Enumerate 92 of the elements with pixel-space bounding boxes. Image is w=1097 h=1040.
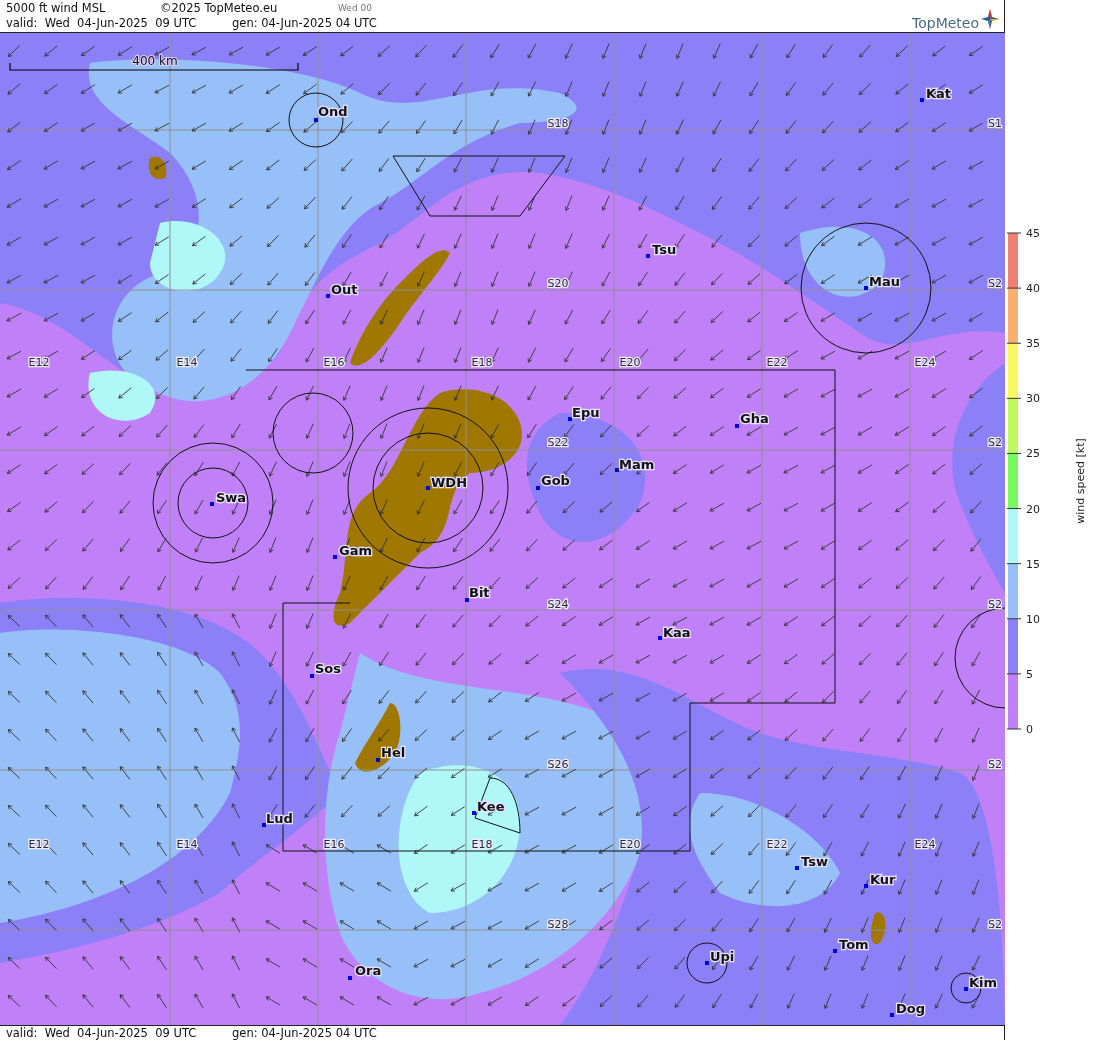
longitude-label: E18 <box>471 838 493 851</box>
longitude-label: E12 <box>28 356 50 369</box>
latitude-label: S2 <box>988 598 1002 611</box>
location-marker-icon <box>705 961 709 965</box>
legend-tick-label: 0 <box>1026 723 1033 736</box>
location-marker-icon <box>890 1013 894 1017</box>
place-label: Kat <box>926 86 952 101</box>
longitude-label: E14 <box>176 356 198 369</box>
place-label: Out <box>331 282 358 297</box>
longitude-label: E18 <box>471 356 493 369</box>
place-label: Dog <box>896 1001 926 1016</box>
place-label: Tsu <box>652 242 677 257</box>
location-marker-icon <box>376 758 380 762</box>
longitude-label: E24 <box>914 838 936 851</box>
legend-tick-label: 5 <box>1026 667 1033 681</box>
legend-tick-label: 45 <box>1026 227 1040 240</box>
location-marker-icon <box>568 417 572 421</box>
location-marker-icon <box>210 502 214 506</box>
scale-label: 400 km <box>132 54 178 68</box>
place-label: Ond <box>318 104 348 119</box>
location-marker-icon <box>333 555 337 559</box>
place-label: Swa <box>216 490 247 505</box>
location-marker-icon <box>795 866 799 870</box>
place-label: Gob <box>541 473 570 488</box>
legend-tick-label: 25 <box>1026 447 1040 461</box>
latitude-label: S20 <box>547 277 569 290</box>
longitude-label: E16 <box>323 356 345 369</box>
latitude-label: S24 <box>547 598 569 611</box>
place-label: Epu <box>572 405 600 420</box>
longitude-label: E22 <box>766 838 788 851</box>
latitude-label: S26 <box>547 758 569 771</box>
latitude-label: S2 <box>988 436 1002 449</box>
place-label: Mam <box>619 457 655 472</box>
legend-tick-label: 20 <box>1026 502 1040 516</box>
place-label: Tsw <box>801 854 828 869</box>
location-marker-icon <box>833 949 837 953</box>
copyright-text: ©2025 TopMeteo.eu <box>160 1 279 16</box>
place-label: Sos <box>315 661 342 676</box>
place-label: Upi <box>710 949 735 964</box>
legend-axis-label: wind speed [kt] <box>1074 438 1087 524</box>
brand-logo-text: TopMeteo <box>912 15 979 31</box>
latitude-label: S1 <box>988 117 1002 130</box>
location-marker-icon <box>646 254 650 258</box>
latitude-label: S28 <box>547 918 569 931</box>
latitude-label: S2 <box>988 918 1002 931</box>
latitude-label: S2 <box>988 758 1002 771</box>
location-marker-icon <box>964 987 968 991</box>
legend-tick-label: 10 <box>1026 612 1040 626</box>
generated-time-text: gen: 04-Jun-2025 04 UTC <box>232 16 377 31</box>
legend-tick-label: 40 <box>1026 282 1040 296</box>
model-run-label: Wed 00 <box>338 2 372 15</box>
legend-tick-label: 35 <box>1026 337 1040 351</box>
place-label: Bit <box>469 585 490 600</box>
place-label: Gha <box>740 411 769 426</box>
legend-tick-label: 30 <box>1026 392 1040 406</box>
generated-time-text: gen: 04-Jun-2025 04 UTC <box>232 1026 377 1040</box>
location-marker-icon <box>348 976 352 980</box>
place-label: Lud <box>266 811 293 826</box>
latitude-label: S2 <box>988 277 1002 290</box>
location-marker-icon <box>314 118 318 122</box>
longitude-label: E14 <box>176 838 198 851</box>
location-marker-icon <box>310 674 314 678</box>
longitude-label: E22 <box>766 356 788 369</box>
latitude-label: S18 <box>547 117 569 130</box>
location-marker-icon <box>920 98 924 102</box>
longitude-label: E20 <box>619 356 641 369</box>
location-marker-icon <box>536 486 540 490</box>
longitude-label: E20 <box>619 838 641 851</box>
location-marker-icon <box>326 294 330 298</box>
place-label: Mau <box>869 274 900 289</box>
location-marker-icon <box>864 286 868 290</box>
location-marker-icon <box>426 486 430 490</box>
location-marker-icon <box>262 823 266 827</box>
place-label: Kaa <box>663 625 691 640</box>
longitude-label: E24 <box>914 356 936 369</box>
valid-time-text: valid: Wed 04-Jun-2025 09 UTC <box>6 16 198 31</box>
location-marker-icon <box>472 811 476 815</box>
location-marker-icon <box>615 468 619 472</box>
valid-time-text: valid: Wed 04-Jun-2025 09 UTC <box>6 1026 198 1040</box>
longitude-label: E12 <box>28 838 50 851</box>
location-marker-icon <box>735 424 739 428</box>
latitude-label: S22 <box>547 436 569 449</box>
longitude-label: E16 <box>323 838 345 851</box>
location-marker-icon <box>465 598 469 602</box>
map-title: 5000 ft wind MSL <box>6 1 107 16</box>
place-label: Ora <box>355 963 382 978</box>
location-marker-icon <box>658 636 662 640</box>
place-label: Kim <box>969 975 998 990</box>
place-label: Tom <box>839 937 869 952</box>
legend-tick-label: 15 <box>1026 557 1040 571</box>
place-label: Kur <box>870 872 896 887</box>
location-marker-icon <box>864 884 868 888</box>
